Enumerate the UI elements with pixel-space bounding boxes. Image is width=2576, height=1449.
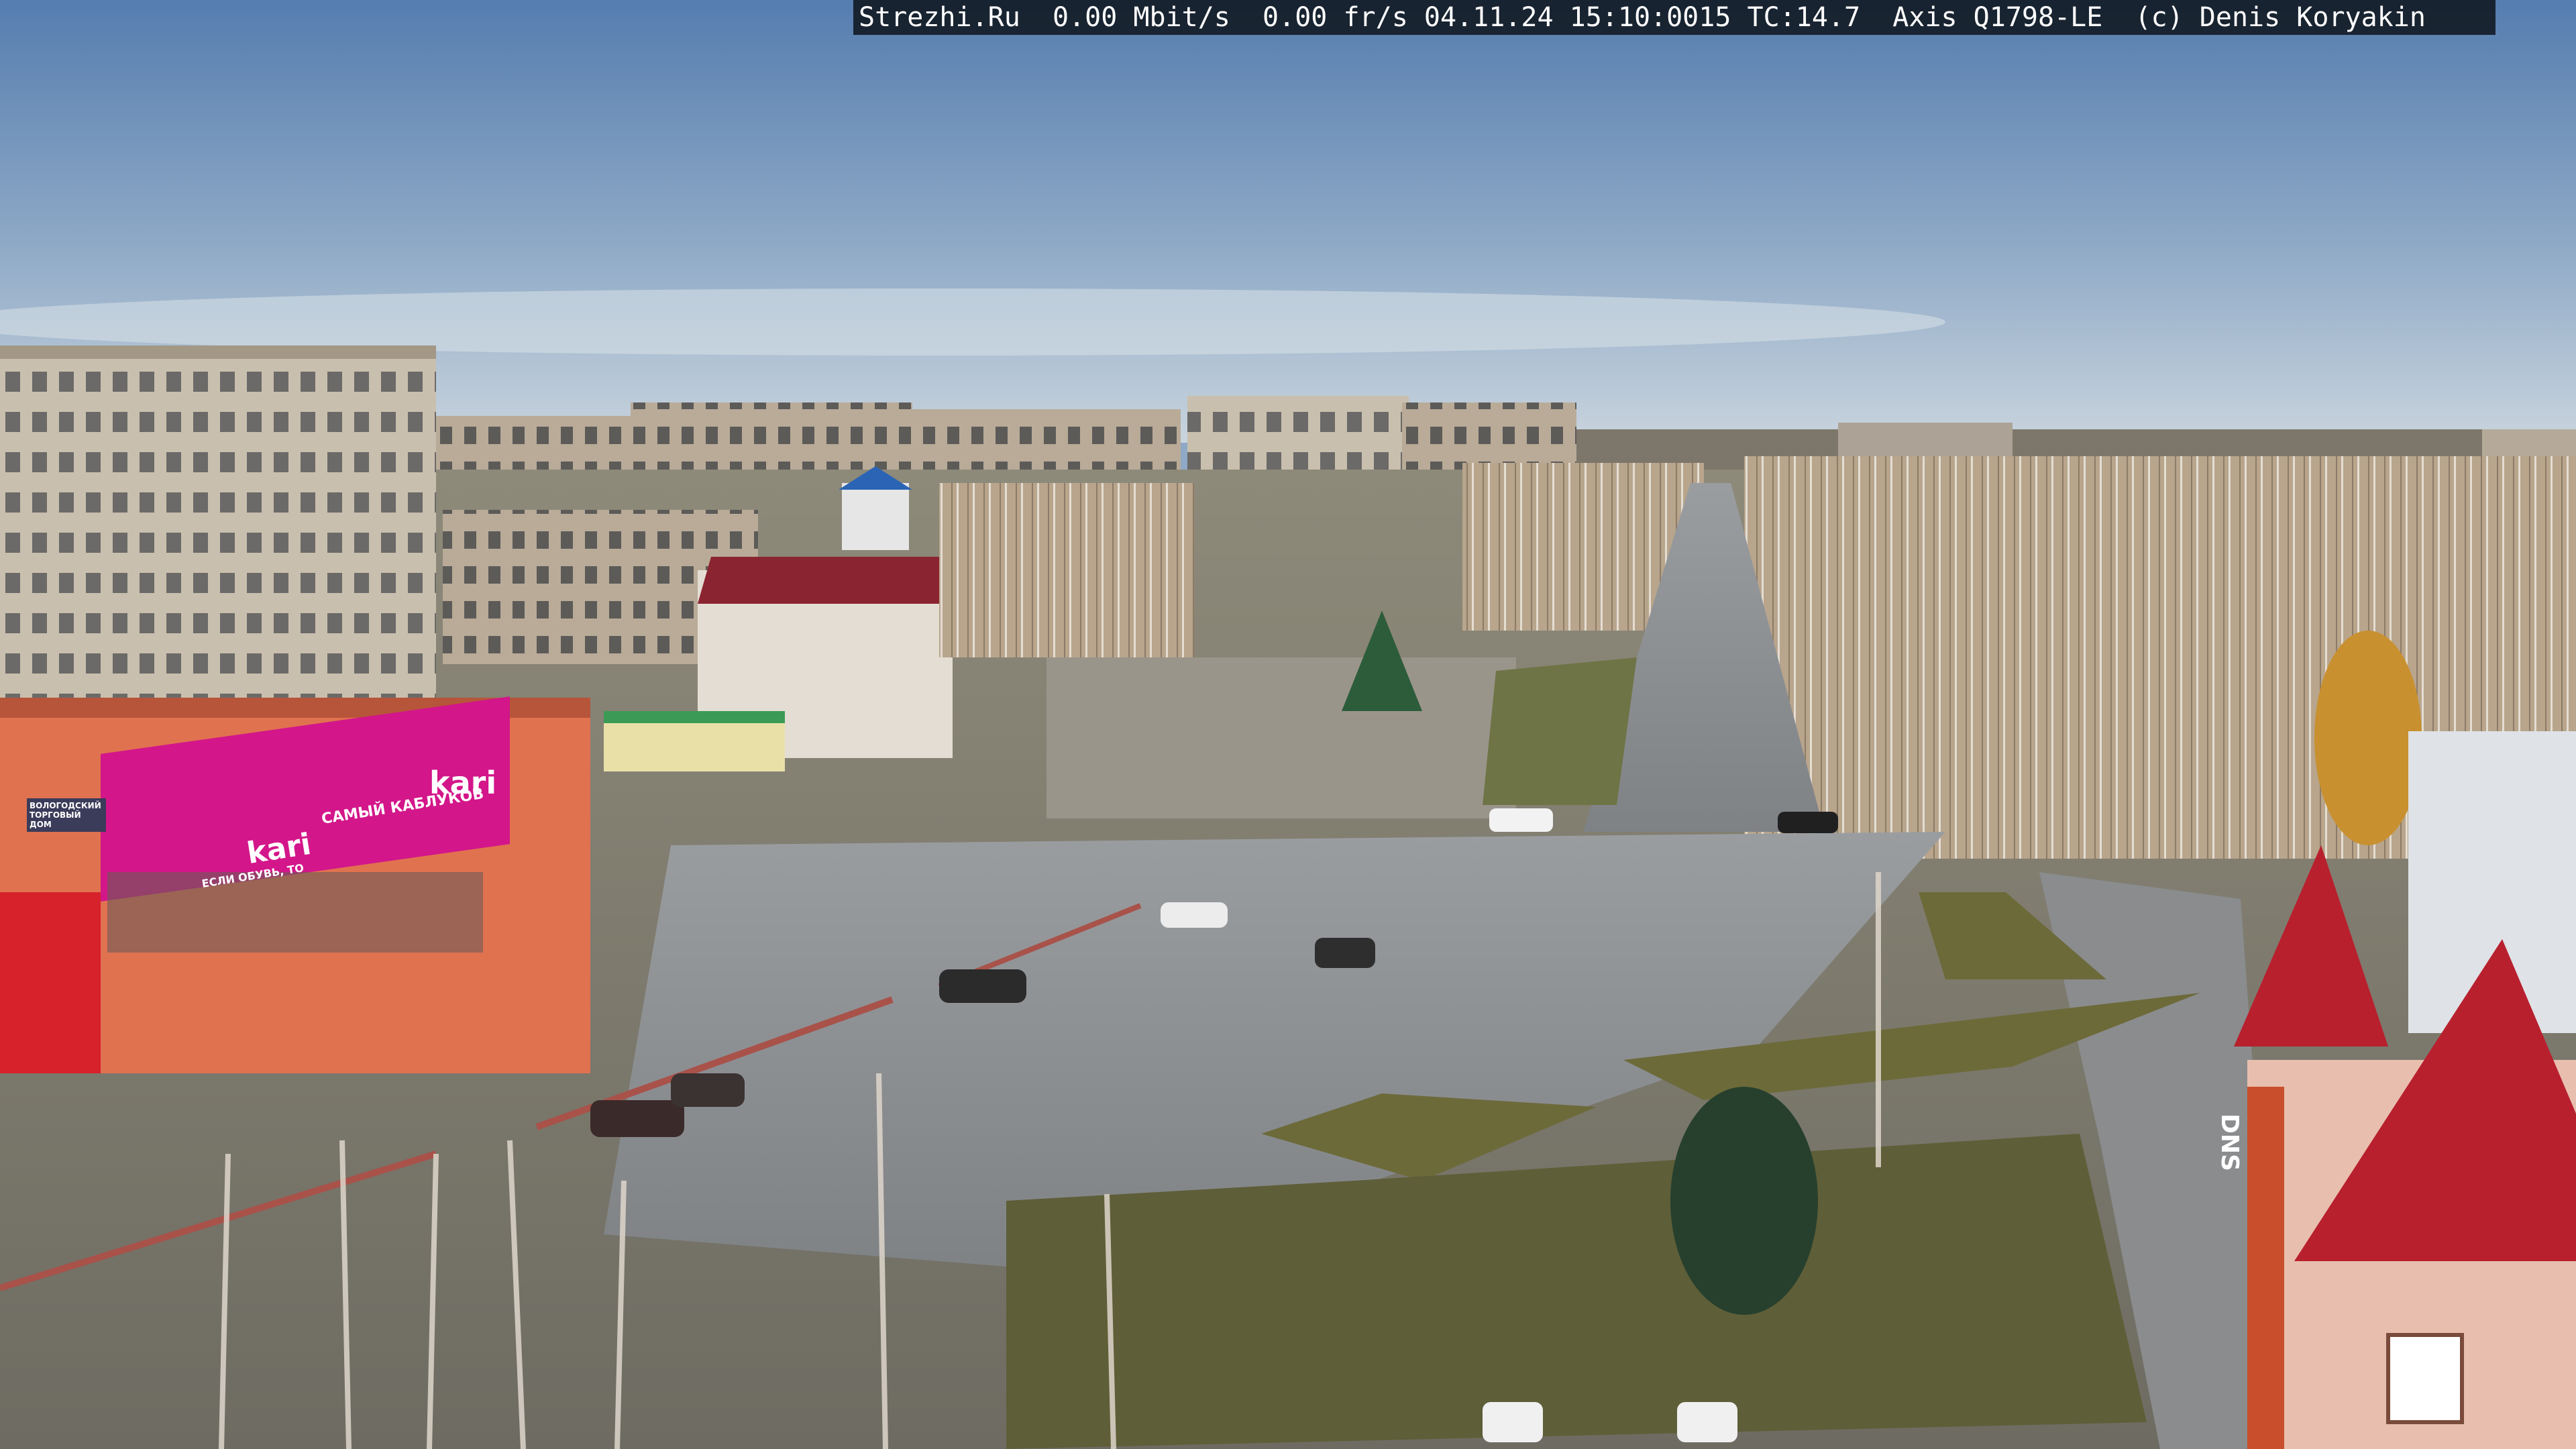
car <box>671 1073 745 1107</box>
red-store-front <box>0 892 101 1073</box>
left-store-banner: ВОЛОГОДСКИЙ ТОРГОВЫЙ ДОМ <box>27 798 106 832</box>
car <box>1161 902 1228 928</box>
car <box>590 1100 684 1137</box>
car <box>1483 1402 1543 1442</box>
spruce-tree <box>1670 1087 1818 1315</box>
car <box>1677 1402 1737 1442</box>
dns-sign-panel <box>2247 1087 2284 1449</box>
dns-sign: DNS <box>2216 1114 2243 1171</box>
plaza <box>1046 657 1516 818</box>
distant-building-right <box>1838 423 2012 456</box>
store-windows <box>107 872 483 953</box>
lawn-strip <box>1483 657 1637 805</box>
car <box>1315 938 1375 968</box>
webcam-scene <box>0 0 2576 1449</box>
blue-tower <box>842 483 909 550</box>
red-roof <box>698 557 953 604</box>
tree-belt-left <box>939 483 1194 657</box>
kiosk <box>604 718 785 771</box>
car <box>1489 808 1553 832</box>
camera-info-overlay: Strezhi.Ru 0.00 Mbit/s 0.00 fr/s 04.11.2… <box>853 0 2496 35</box>
car <box>939 969 1026 1003</box>
yellow-tree <box>2314 631 2422 845</box>
car <box>1778 812 1838 833</box>
